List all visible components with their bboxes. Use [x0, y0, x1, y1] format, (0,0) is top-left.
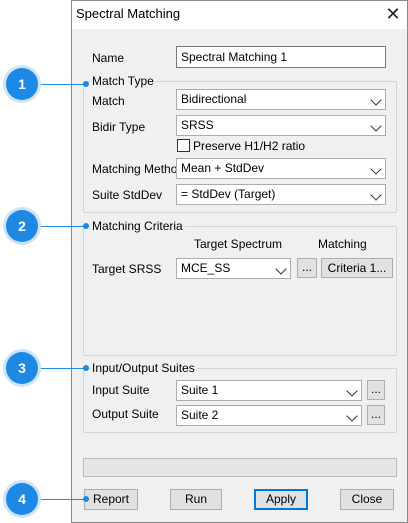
input-suite-browse-button[interactable]: ... — [367, 380, 385, 400]
bidir-type-label: Bidir Type — [92, 120, 146, 134]
callout-3-badge: 3 — [6, 352, 38, 384]
suite-stddev-dropdown[interactable]: = StdDev (Target) — [176, 184, 386, 205]
output-suite-value: Suite 2 — [181, 408, 219, 422]
progress-bar — [83, 458, 397, 477]
report-button[interactable]: Report — [84, 489, 138, 510]
target-srss-label: Target SRSS — [92, 262, 162, 276]
chevron-down-icon — [370, 120, 382, 132]
chevron-down-icon — [370, 94, 382, 106]
callout-4-leader — [38, 499, 86, 500]
chevron-down-icon — [370, 189, 382, 201]
callout-3-leader — [38, 368, 86, 369]
preserve-ratio-label: Preserve H1/H2 ratio — [193, 139, 306, 153]
target-spectrum-header: Target Spectrum — [194, 237, 283, 251]
bidir-type-value: SRSS — [181, 118, 214, 132]
match-value: Bidirectional — [181, 92, 247, 106]
callout-2-badge: 2 — [6, 210, 38, 242]
suite-stddev-label: Suite StdDev — [92, 188, 163, 202]
match-dropdown[interactable]: Bidirectional — [176, 89, 386, 110]
name-input[interactable]: Spectral Matching 1 — [176, 46, 386, 68]
name-label: Name — [92, 51, 125, 65]
input-suite-label: Input Suite — [92, 383, 150, 397]
matching-criteria-legend: Matching Criteria — [90, 219, 185, 233]
callout-3-dot — [83, 365, 89, 371]
callout-4-badge: 4 — [6, 483, 38, 515]
match-type-legend: Match Type — [90, 74, 156, 88]
matching-method-dropdown[interactable]: Mean + StdDev — [176, 158, 386, 179]
callout-1-dot — [83, 81, 89, 87]
close-icon[interactable]: ✕ — [381, 2, 405, 26]
output-suite-label: Output Suite — [92, 407, 159, 421]
callout-2-dot — [83, 223, 89, 229]
chevron-down-icon — [346, 385, 358, 397]
chevron-down-icon — [346, 410, 358, 422]
target-spectrum-dropdown[interactable]: MCE_SS — [176, 258, 291, 279]
matching-method-label: Matching Method — [92, 162, 185, 176]
apply-button[interactable]: Apply — [254, 489, 308, 510]
input-suite-value: Suite 1 — [181, 383, 219, 397]
output-suite-browse-button[interactable]: ... — [367, 405, 385, 425]
input-suite-dropdown[interactable]: Suite 1 — [176, 380, 362, 401]
target-browse-button[interactable]: ... — [297, 258, 317, 278]
chevron-down-icon — [370, 163, 382, 175]
target-spectrum-value: MCE_SS — [181, 261, 231, 275]
output-suite-dropdown[interactable]: Suite 2 — [176, 405, 362, 426]
run-button[interactable]: Run — [170, 489, 222, 510]
matching-method-value: Mean + StdDev — [181, 161, 265, 175]
close-button[interactable]: Close — [340, 489, 394, 510]
bidir-type-dropdown[interactable]: SRSS — [176, 115, 386, 136]
callout-1-badge: 1 — [6, 68, 38, 100]
callout-1-leader — [38, 84, 86, 85]
chevron-down-icon — [275, 263, 287, 275]
match-label: Match — [92, 94, 125, 108]
criteria-button[interactable]: Criteria 1... — [321, 258, 393, 278]
preserve-ratio-checkbox[interactable] — [177, 139, 190, 152]
suites-legend: Input/Output Suites — [90, 361, 197, 375]
callout-4-dot — [83, 496, 89, 502]
matching-header: Matching — [318, 237, 367, 251]
callout-2-leader — [38, 226, 86, 227]
suite-stddev-value: = StdDev (Target) — [181, 187, 276, 201]
window-title: Spectral Matching — [76, 6, 181, 21]
